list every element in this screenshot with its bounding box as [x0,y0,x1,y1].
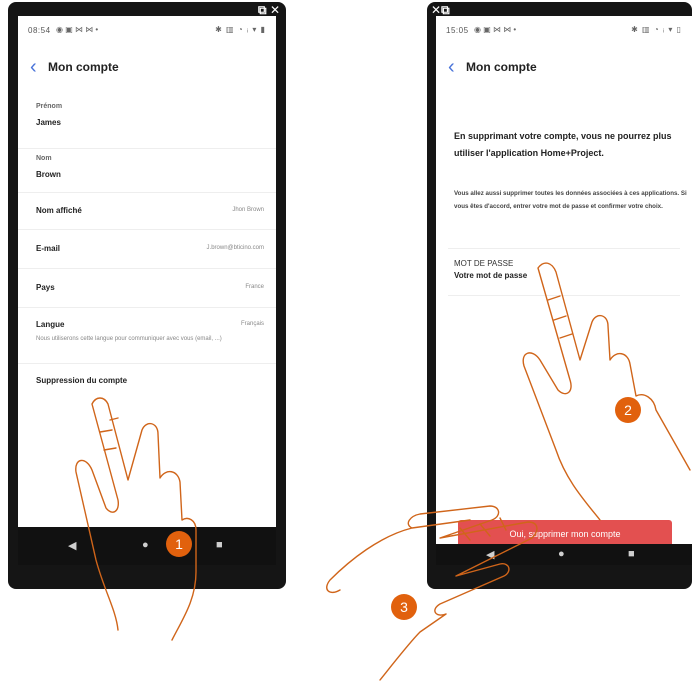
step-badge-2: 2 [615,397,641,423]
step-badge-1: 1 [166,531,192,557]
hand-illustrations [75,262,691,681]
pointing-hand-icon [522,262,691,521]
pointing-hand-icon [75,397,197,641]
pointing-hand-icon [326,505,538,681]
step-badge-3: 3 [391,594,417,620]
